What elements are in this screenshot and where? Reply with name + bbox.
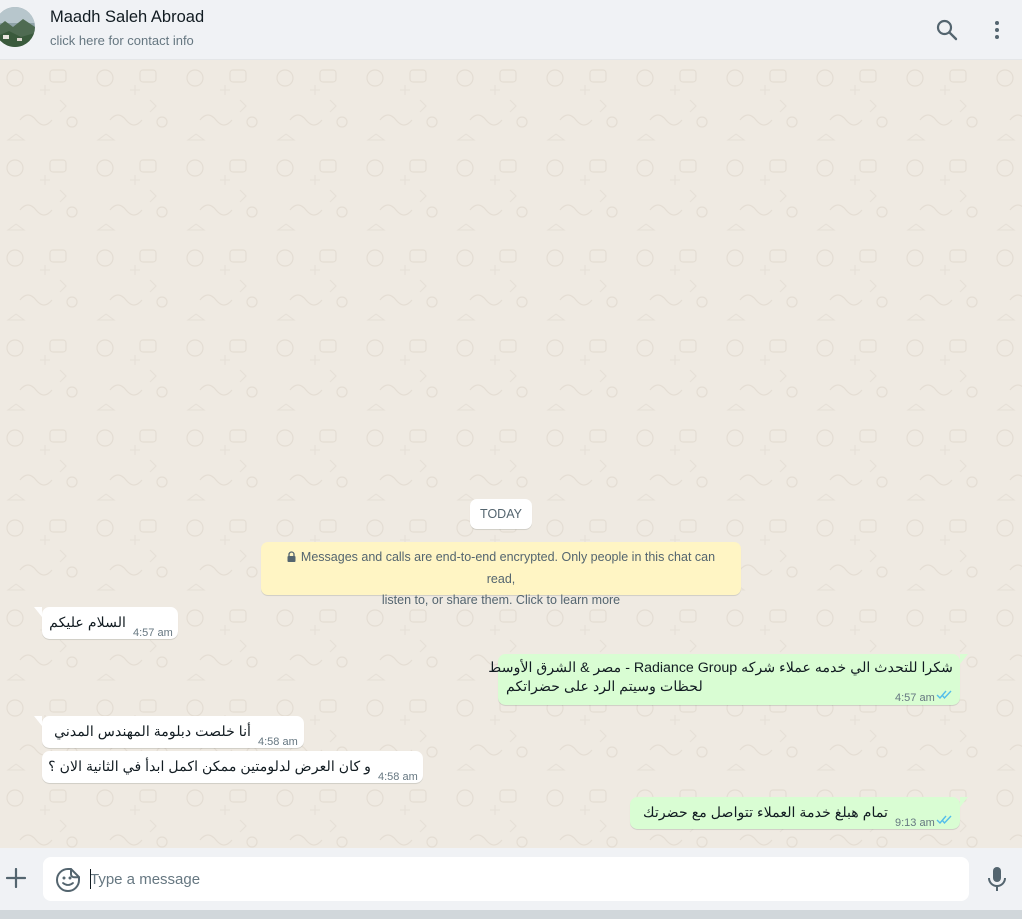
date-divider: TODAY — [470, 499, 532, 529]
message-time: 9:13 am — [895, 817, 935, 829]
incoming-message[interactable]: السلام عليكم 4:57 am — [34, 607, 178, 639]
message-time: 4:58 am — [258, 736, 298, 748]
voice-message-button[interactable] — [983, 864, 1011, 894]
incoming-message[interactable]: و كان العرض لدلومتين ممكن اكمل ابدأ في ا… — [42, 751, 423, 783]
lock-icon — [287, 548, 296, 569]
read-receipt-icon — [936, 690, 952, 700]
bubble-tail — [960, 654, 968, 664]
window-bottom-edge — [0, 910, 1022, 919]
encryption-notice[interactable]: Messages and calls are end-to-end encryp… — [261, 542, 741, 607]
menu-button[interactable] — [981, 14, 1013, 46]
chat-panel[interactable]: TODAY Messages and calls are end-to-end … — [0, 60, 1022, 848]
emoji-button[interactable] — [55, 867, 81, 893]
emoji-icon — [56, 868, 80, 892]
bubble-tail — [34, 607, 42, 617]
contact-avatar[interactable] — [0, 7, 35, 47]
menu-icon — [995, 21, 999, 39]
search-button[interactable] — [931, 14, 963, 46]
incoming-message[interactable]: أنا خلصت دبلومة المهندس المدني 4:58 am — [34, 716, 304, 748]
attach-button[interactable] — [2, 864, 30, 892]
bubble-tail — [960, 797, 968, 807]
encryption-notice-line1: Messages and calls are end-to-end encryp… — [300, 550, 716, 586]
message-time: 4:57 am — [895, 692, 935, 704]
message-text: السلام عليكم — [49, 615, 126, 631]
plus-icon — [6, 868, 26, 888]
message-input-box[interactable] — [43, 857, 969, 901]
message-text: أنا خلصت دبلومة المهندس المدني — [54, 724, 251, 740]
outgoing-message[interactable]: شكرا للتحدث الي خدمه عملاء شركه Radiance… — [488, 654, 968, 705]
message-text: و كان العرض لدلومتين ممكن اكمل ابدأ في ا… — [48, 759, 371, 775]
read-receipt-icon — [936, 815, 952, 825]
encryption-notice-line2: listen to, or share them. Click to learn… — [381, 593, 621, 607]
message-text: تمام هبلغ خدمة العملاء تتواصل مع حضرتك — [642, 805, 888, 821]
text-caret — [90, 869, 91, 889]
bubble-tail — [34, 716, 42, 726]
message-text-line1: شكرا للتحدث الي خدمه عملاء شركه Radiance… — [488, 660, 953, 676]
search-icon — [936, 19, 958, 41]
contact-name[interactable]: Maadh Saleh Abroad — [50, 8, 204, 27]
outgoing-message[interactable]: تمام هبلغ خدمة العملاء تتواصل مع حضرتك 9… — [630, 797, 968, 829]
chat-header[interactable]: Maadh Saleh Abroad click here for contac… — [0, 0, 1022, 60]
mic-icon — [988, 867, 1006, 891]
message-time: 4:57 am — [133, 627, 173, 639]
message-input[interactable] — [90, 857, 950, 901]
contact-info-link[interactable]: click here for contact info — [50, 33, 194, 48]
message-time: 4:58 am — [378, 771, 418, 783]
message-composer[interactable] — [0, 848, 1022, 910]
message-text-line2: لحظات وسيتم الرد على حضراتكم — [506, 679, 703, 695]
